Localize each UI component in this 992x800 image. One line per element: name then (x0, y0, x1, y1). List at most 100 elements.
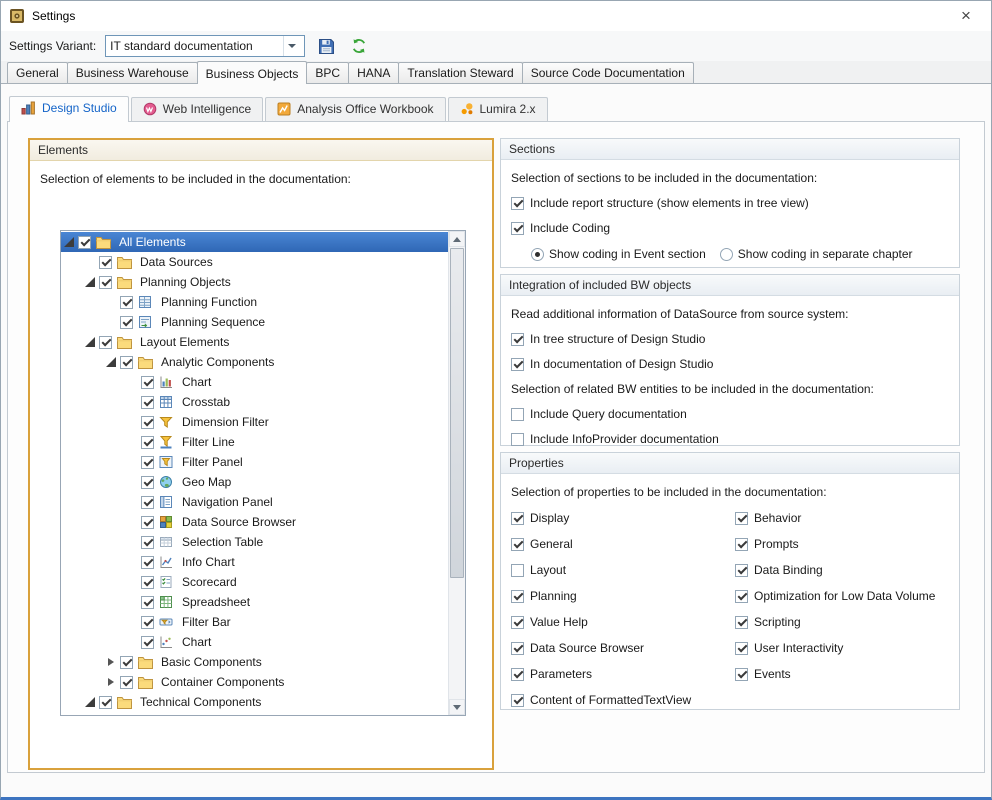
tab-hana[interactable]: HANA (348, 62, 399, 83)
checkbox[interactable] (511, 197, 524, 210)
checkbox[interactable] (511, 564, 524, 577)
checkbox-content-of-formattedtextview[interactable]: Content of FormattedTextView (511, 693, 721, 707)
checkbox-display[interactable]: Display (511, 511, 721, 525)
tree-item-checkbox[interactable] (141, 396, 154, 409)
checkbox[interactable] (511, 668, 524, 681)
tree-item-checkbox[interactable] (141, 616, 154, 629)
tab-bpc[interactable]: BPC (306, 62, 349, 83)
tree-item-checkbox[interactable] (120, 296, 133, 309)
tree-item-checkbox[interactable] (141, 456, 154, 469)
scrollbar-thumb[interactable] (450, 248, 464, 578)
radio-show-coding-in-separate-chapter[interactable]: Show coding in separate chapter (720, 247, 913, 261)
tree-item-checkbox[interactable] (99, 276, 112, 289)
tree-item-all-elements[interactable]: All Elements (61, 232, 448, 252)
checkbox[interactable] (511, 333, 524, 346)
tab-business-objects[interactable]: Business Objects (197, 61, 308, 84)
tree-item-checkbox[interactable] (99, 336, 112, 349)
checkbox[interactable] (511, 538, 524, 551)
tree-item-checkbox[interactable] (141, 576, 154, 589)
settings-variant-combobox[interactable]: IT standard documentation (105, 35, 305, 57)
tree-item-container-components[interactable]: Container Components (61, 672, 448, 692)
tree-item-checkbox[interactable] (141, 636, 154, 649)
tree-item-data-source-browser[interactable]: Data Source Browser (61, 512, 448, 532)
tree-item-checkbox[interactable] (141, 416, 154, 429)
tree-item-data-sources[interactable]: Data Sources (61, 252, 448, 272)
checkbox-scripting[interactable]: Scripting (735, 615, 955, 629)
tree-item-checkbox[interactable] (120, 656, 133, 669)
tree-item-checkbox[interactable] (78, 236, 91, 249)
tree-scrollbar[interactable] (448, 231, 465, 715)
checkbox[interactable] (511, 433, 524, 446)
tree-item-checkbox[interactable] (99, 696, 112, 709)
checkbox[interactable] (735, 590, 748, 603)
checkbox[interactable] (511, 694, 524, 707)
checkbox-parameters[interactable]: Parameters (511, 667, 721, 681)
tree-item-checkbox[interactable] (120, 316, 133, 329)
tree-item-planning-function[interactable]: Planning Function (61, 292, 448, 312)
tree-item-checkbox[interactable] (141, 556, 154, 569)
checkbox[interactable] (735, 642, 748, 655)
tab-general[interactable]: General (7, 62, 68, 83)
tree-item-analytic-components[interactable]: Analytic Components (61, 352, 448, 372)
tree-item-scorecard[interactable]: Scorecard (61, 572, 448, 592)
tree-item-checkbox[interactable] (120, 676, 133, 689)
tree-item-geo-map[interactable]: Geo Map (61, 472, 448, 492)
expander-expanded-icon[interactable] (103, 354, 119, 370)
refresh-variants-button[interactable] (347, 34, 371, 58)
tree-item-checkbox[interactable] (120, 356, 133, 369)
expander-expanded-icon[interactable] (82, 694, 98, 710)
tree-item-info-chart[interactable]: Info Chart (61, 552, 448, 572)
checkbox-events[interactable]: Events (735, 667, 955, 681)
tree-item-layout-elements[interactable]: Layout Elements (61, 332, 448, 352)
checkbox[interactable] (511, 512, 524, 525)
tree-item-navigation-panel[interactable]: Navigation Panel (61, 492, 448, 512)
tree-item-checkbox[interactable] (141, 496, 154, 509)
checkbox-planning[interactable]: Planning (511, 589, 721, 603)
checkbox-optimization-for-low-data-volume[interactable]: Optimization for Low Data Volume (735, 589, 955, 603)
tree-item-planning-sequence[interactable]: Planning Sequence (61, 312, 448, 332)
subtab-analysis-office-workbook[interactable]: Analysis Office Workbook (265, 97, 445, 121)
tab-business-warehouse[interactable]: Business Warehouse (67, 62, 198, 83)
checkbox[interactable] (735, 616, 748, 629)
tree-item-spreadsheet[interactable]: Spreadsheet (61, 592, 448, 612)
tree-item-basic-components[interactable]: Basic Components (61, 652, 448, 672)
tree-item-filter-bar[interactable]: Filter Bar (61, 612, 448, 632)
checkbox-layout[interactable]: Layout (511, 563, 721, 577)
tab-translation-steward[interactable]: Translation Steward (398, 62, 522, 83)
tree-item-checkbox[interactable] (141, 436, 154, 449)
tree-item-checkbox[interactable] (99, 256, 112, 269)
checkbox-data-binding[interactable]: Data Binding (735, 563, 955, 577)
tree-item-chart[interactable]: Chart (61, 372, 448, 392)
checkbox-include-report-structure-show-elements-in-tree-view[interactable]: Include report structure (show elements … (511, 196, 949, 210)
checkbox[interactable] (511, 358, 524, 371)
tree-item-planning-objects[interactable]: Planning Objects (61, 272, 448, 292)
checkbox-user-interactivity[interactable]: User Interactivity (735, 641, 955, 655)
checkbox[interactable] (511, 408, 524, 421)
tree-item-chart[interactable]: Chart (61, 632, 448, 652)
checkbox-data-source-browser[interactable]: Data Source Browser (511, 641, 721, 655)
checkbox[interactable] (511, 616, 524, 629)
checkbox-include-coding[interactable]: Include Coding (511, 221, 949, 235)
tree-item-checkbox[interactable] (141, 516, 154, 529)
expander-collapsed-icon[interactable] (103, 654, 119, 670)
combobox-dropdown-button[interactable] (283, 36, 300, 56)
checkbox-in-documentation-of-design-studio[interactable]: In documentation of Design Studio (511, 357, 949, 371)
checkbox-behavior[interactable]: Behavior (735, 511, 955, 525)
subtab-lumira-2-x[interactable]: Lumira 2.x (448, 97, 548, 121)
subtab-web-intelligence[interactable]: Web Intelligence (131, 97, 264, 121)
subtab-design-studio[interactable]: Design Studio (9, 96, 129, 122)
tab-source-code-documentation[interactable]: Source Code Documentation (522, 62, 694, 83)
checkbox-in-tree-structure-of-design-studio[interactable]: In tree structure of Design Studio (511, 332, 949, 346)
radio-button[interactable] (531, 248, 544, 261)
close-button[interactable]: × (949, 1, 983, 31)
checkbox[interactable] (735, 668, 748, 681)
checkbox-value-help[interactable]: Value Help (511, 615, 721, 629)
checkbox[interactable] (735, 564, 748, 577)
checkbox-prompts[interactable]: Prompts (735, 537, 955, 551)
save-variant-button[interactable] (314, 34, 338, 58)
checkbox[interactable] (511, 590, 524, 603)
checkbox-include-query-documentation[interactable]: Include Query documentation (511, 407, 949, 421)
checkbox[interactable] (511, 222, 524, 235)
tree-item-filter-panel[interactable]: Filter Panel (61, 452, 448, 472)
expander-expanded-icon[interactable] (82, 274, 98, 290)
